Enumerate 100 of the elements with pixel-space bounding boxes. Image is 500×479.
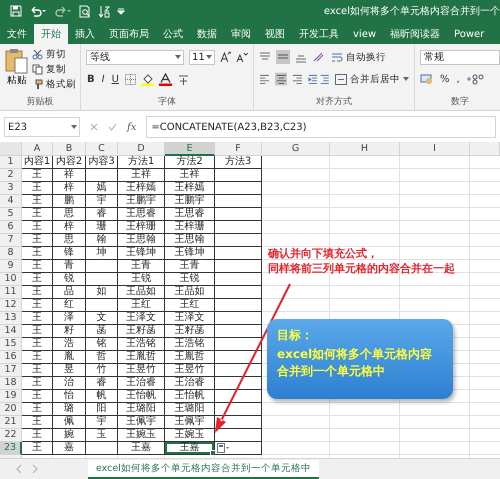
- row-header[interactable]: 4: [0, 195, 22, 208]
- comma-button[interactable]: ,: [456, 74, 461, 84]
- ribbon-tab[interactable]: 文件: [0, 24, 34, 44]
- table-cell: 王: [22, 247, 53, 260]
- paste-options-icon[interactable]: [217, 443, 229, 454]
- callout-text: excel如何将多个单元格内容合并到一个单元格中: [277, 346, 434, 380]
- row-header[interactable]: 20: [0, 403, 22, 416]
- row-header[interactable]: 13: [0, 312, 22, 325]
- column-header[interactable]: H: [330, 142, 400, 156]
- row-header[interactable]: 15: [0, 338, 22, 351]
- table-cell: 王: [22, 338, 53, 351]
- column-header[interactable]: E: [165, 142, 215, 156]
- fill-color-icon[interactable]: [140, 72, 154, 86]
- table-cell: 王: [22, 403, 53, 416]
- print-preview-icon[interactable]: [79, 4, 91, 18]
- paste-button[interactable]: 粘贴: [5, 48, 29, 91]
- ribbon-tab[interactable]: 审阅: [224, 24, 258, 44]
- column-header[interactable]: A: [22, 142, 53, 156]
- row-header[interactable]: 2: [0, 169, 22, 182]
- table-cell: 王浩铭: [118, 338, 165, 351]
- ribbon-tab[interactable]: 开始: [34, 24, 68, 44]
- row-header[interactable]: 1: [0, 156, 22, 169]
- wrap-text-button[interactable]: 自动换行: [331, 50, 386, 64]
- row-header[interactable]: 21: [0, 416, 22, 429]
- row-header[interactable]: 18: [0, 377, 22, 390]
- ribbon-tab[interactable]: 插入: [68, 24, 102, 44]
- name-box[interactable]: E23: [4, 117, 80, 137]
- row-header[interactable]: 16: [0, 351, 22, 364]
- align-center-icon[interactable]: [274, 72, 288, 86]
- row-header[interactable]: 12: [0, 299, 22, 312]
- selected-cell[interactable]: 王嘉: [165, 442, 215, 455]
- insert-function-button[interactable]: fx: [127, 122, 136, 132]
- column-header[interactable]: I: [400, 142, 470, 156]
- formula-field[interactable]: =CONCATENATE(A23,B23,C23): [146, 116, 496, 138]
- ribbon-tab[interactable]: 页面布局: [102, 24, 156, 44]
- phonetic-icon[interactable]: [176, 72, 190, 86]
- orientation-icon[interactable]: [312, 51, 326, 63]
- sheet-tab[interactable]: excel如何将多个单元格内容合并到一个单元格中: [88, 460, 319, 478]
- column-header[interactable]: C: [86, 142, 118, 156]
- ribbon-tab[interactable]: 福昕阅读器: [383, 24, 448, 44]
- table-cell: 王: [22, 208, 53, 221]
- row-header[interactable]: 3: [0, 182, 22, 195]
- empty-cell: [86, 260, 118, 273]
- bold-button[interactable]: B: [86, 74, 96, 84]
- row-header[interactable]: 23: [0, 442, 22, 455]
- ribbon-tab[interactable]: 数据: [190, 24, 224, 44]
- indent-icon[interactable]: [308, 73, 330, 85]
- cut-button[interactable]: 剪切: [32, 48, 76, 61]
- table-cell: 内容3: [86, 156, 118, 169]
- row-header[interactable]: 8: [0, 247, 22, 260]
- save-icon[interactable]: [10, 5, 22, 17]
- row-header[interactable]: 9: [0, 260, 22, 273]
- font-color-icon[interactable]: [158, 72, 172, 86]
- row-header[interactable]: 17: [0, 364, 22, 377]
- ribbon-tab[interactable]: 开发工具: [292, 24, 346, 44]
- table-cell: 翰: [86, 234, 118, 247]
- row-header[interactable]: 6: [0, 221, 22, 234]
- font-name-field[interactable]: 等线: [86, 50, 184, 64]
- borders-icon[interactable]: [124, 74, 136, 84]
- row-header[interactable]: 11: [0, 286, 22, 299]
- align-right-icon[interactable]: [292, 73, 304, 85]
- row-header[interactable]: 19: [0, 390, 22, 403]
- merge-center-button[interactable]: 合并后居中: [335, 72, 409, 86]
- decrease-font-icon[interactable]: [236, 51, 248, 63]
- ribbon-tab[interactable]: 公式: [156, 24, 190, 44]
- row-header[interactable]: 14: [0, 325, 22, 338]
- ribbon-tab[interactable]: view: [346, 24, 384, 44]
- table-cell: 王: [22, 312, 53, 325]
- table-cell: 王怡帆: [118, 390, 165, 403]
- empty-cell: [215, 312, 262, 325]
- currency-icon[interactable]: [420, 73, 434, 85]
- table-cell: 王治睿: [118, 377, 165, 390]
- middle-align-icon[interactable]: [276, 50, 290, 64]
- ribbon-tab[interactable]: 视图: [258, 24, 292, 44]
- redo-icon[interactable]: [54, 5, 72, 17]
- undo-icon[interactable]: [29, 5, 47, 17]
- percent-button[interactable]: %: [439, 74, 451, 84]
- copy-button[interactable]: 复制: [32, 63, 76, 76]
- font-size-field[interactable]: 11: [188, 50, 215, 64]
- italic-button[interactable]: I: [100, 74, 106, 84]
- ribbon-tab[interactable]: Power: [447, 24, 492, 44]
- align-left-icon[interactable]: [259, 73, 270, 85]
- number-format-field[interactable]: 常规: [420, 50, 500, 64]
- format-painter-button[interactable]: 格式刷: [32, 78, 76, 91]
- row-header[interactable]: 22: [0, 429, 22, 442]
- column-header[interactable]: D: [118, 142, 165, 156]
- row-header[interactable]: 7: [0, 234, 22, 247]
- check-icon[interactable]: [108, 123, 117, 131]
- table-cell: 王祥: [118, 169, 165, 182]
- column-header[interactable]: F: [215, 142, 262, 156]
- sort-icon[interactable]: [98, 4, 110, 18]
- column-header[interactable]: B: [53, 142, 86, 156]
- row-header[interactable]: 10: [0, 273, 22, 286]
- column-header[interactable]: G: [262, 142, 330, 156]
- increase-font-icon[interactable]: [220, 51, 232, 63]
- underline-button[interactable]: U: [110, 74, 120, 84]
- table-cell: 王梓嫣: [165, 182, 215, 195]
- row-header[interactable]: 5: [0, 208, 22, 221]
- customize-dropdown-icon[interactable]: [117, 7, 125, 15]
- wrap-text-icon: [331, 52, 343, 62]
